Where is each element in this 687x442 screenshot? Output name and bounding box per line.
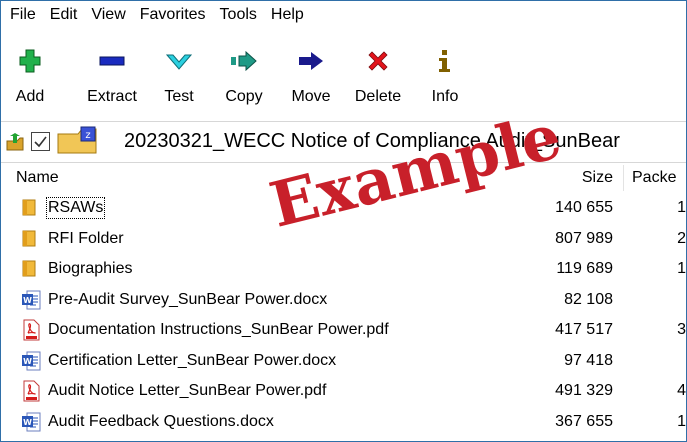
menu-bar: File Edit View Favorites Tools Help [1,1,686,28]
svg-text:W: W [23,296,32,305]
column-packed[interactable]: Packe [632,169,676,187]
copy-button[interactable]: Copy [221,28,267,118]
info-icon [427,48,463,74]
address-bar: z 20230321_WECC Notice of Compliance Aud… [1,121,686,163]
test-button[interactable]: Test [160,28,198,118]
file-name: Audit Feedback Questions.docx [48,412,274,430]
extract-label: Extract [87,88,137,105]
file-size: 119 689 [556,260,613,277]
add-button[interactable]: Add [15,28,45,118]
info-label: Info [431,88,459,105]
file-row[interactable]: RFI Folder 807 989 2 [1,224,686,255]
x-icon [347,48,409,74]
toolbar: Add Extract Test Copy Move Delete Info [1,28,686,118]
up-folder-icon[interactable] [5,133,25,156]
check-icon [160,48,198,74]
arrow-right-icon [286,48,336,74]
file-name: Pre-Audit Survey_SunBear Power.docx [48,290,328,308]
file-packed-size: 3 [677,321,686,338]
file-size: 97 418 [564,351,613,369]
file-row[interactable]: Audit Notice Letter_SunBear Power.pdf 491… [1,376,686,407]
file-size: 417 517 [555,321,613,338]
folder-icon [21,258,39,283]
file-size: 491 329 [555,382,613,399]
menu-view[interactable]: View [83,6,131,24]
column-size[interactable]: Size [541,169,613,187]
menu-edit[interactable]: Edit [42,6,84,24]
file-name: Biographies [48,260,133,277]
column-divider[interactable] [623,165,624,191]
svg-text:W: W [23,418,32,427]
file-row[interactable]: Biographies 119 689 1 [1,254,686,285]
file-row[interactable]: Documentation Instructions_SunBear Power… [1,315,686,346]
word-document-icon: W [21,289,41,316]
svg-text:W: W [23,357,32,366]
folder-icon [21,197,39,222]
file-size: 82 108 [564,290,613,308]
folder-icon [21,228,39,253]
select-checkbox[interactable] [31,132,50,151]
file-name: RSAWs [45,197,106,219]
copy-label: Copy [225,88,263,105]
info-button[interactable]: Info [427,28,463,118]
move-button[interactable]: Move [286,28,336,118]
archive-path[interactable]: 20230321_WECC Notice of Compliance Audit… [124,130,620,153]
file-size: 140 655 [555,199,613,216]
pdf-file-icon [21,380,41,407]
file-list-header: Name Size Packe [1,165,686,191]
pdf-file-icon [21,319,41,346]
word-document-icon: W [21,350,41,377]
file-row[interactable]: W Pre-Audit Survey_SunBear Power.docx 82 1… [1,285,686,316]
file-row[interactable]: RSAWs 140 655 1 [1,193,686,224]
extract-button[interactable]: Extract [79,28,145,118]
archive-window: File Edit View Favorites Tools Help Add … [0,0,687,442]
menu-favorites[interactable]: Favorites [132,6,212,24]
menu-help[interactable]: Help [263,6,310,24]
column-name[interactable]: Name [16,169,59,187]
file-name: RFI Folder [48,229,124,247]
minus-icon [79,48,145,74]
file-name: Certification Letter_SunBear Power.docx [48,351,337,369]
file-name: Documentation Instructions_SunBear Power… [48,321,389,338]
menu-file[interactable]: File [1,6,42,24]
double-arrow-icon [221,48,267,74]
file-packed-size: 1 [677,260,686,277]
file-name: Audit Notice Letter_SunBear Power.pdf [48,382,327,399]
file-packed-size: 4 [677,382,686,399]
word-document-icon: W [21,411,41,438]
add-label: Add [15,88,45,105]
file-packed-size: 1 [677,199,686,216]
file-packed-size: 1 [677,412,686,430]
delete-button[interactable]: Delete [347,28,409,118]
file-packed-size: 2 [677,229,686,247]
archive-folder-icon: z [57,126,119,161]
plus-icon [15,48,45,74]
delete-label: Delete [354,88,402,105]
move-label: Move [291,88,331,105]
file-size: 367 655 [555,412,613,430]
svg-text:z: z [85,130,90,141]
file-size: 807 989 [555,229,613,247]
menu-tools[interactable]: Tools [212,6,263,24]
file-row[interactable]: W Audit Feedback Questions.docx 367 655 1 [1,407,686,438]
test-label: Test [164,88,194,105]
file-row[interactable]: W Certification Letter_SunBear Power.docx… [1,346,686,377]
